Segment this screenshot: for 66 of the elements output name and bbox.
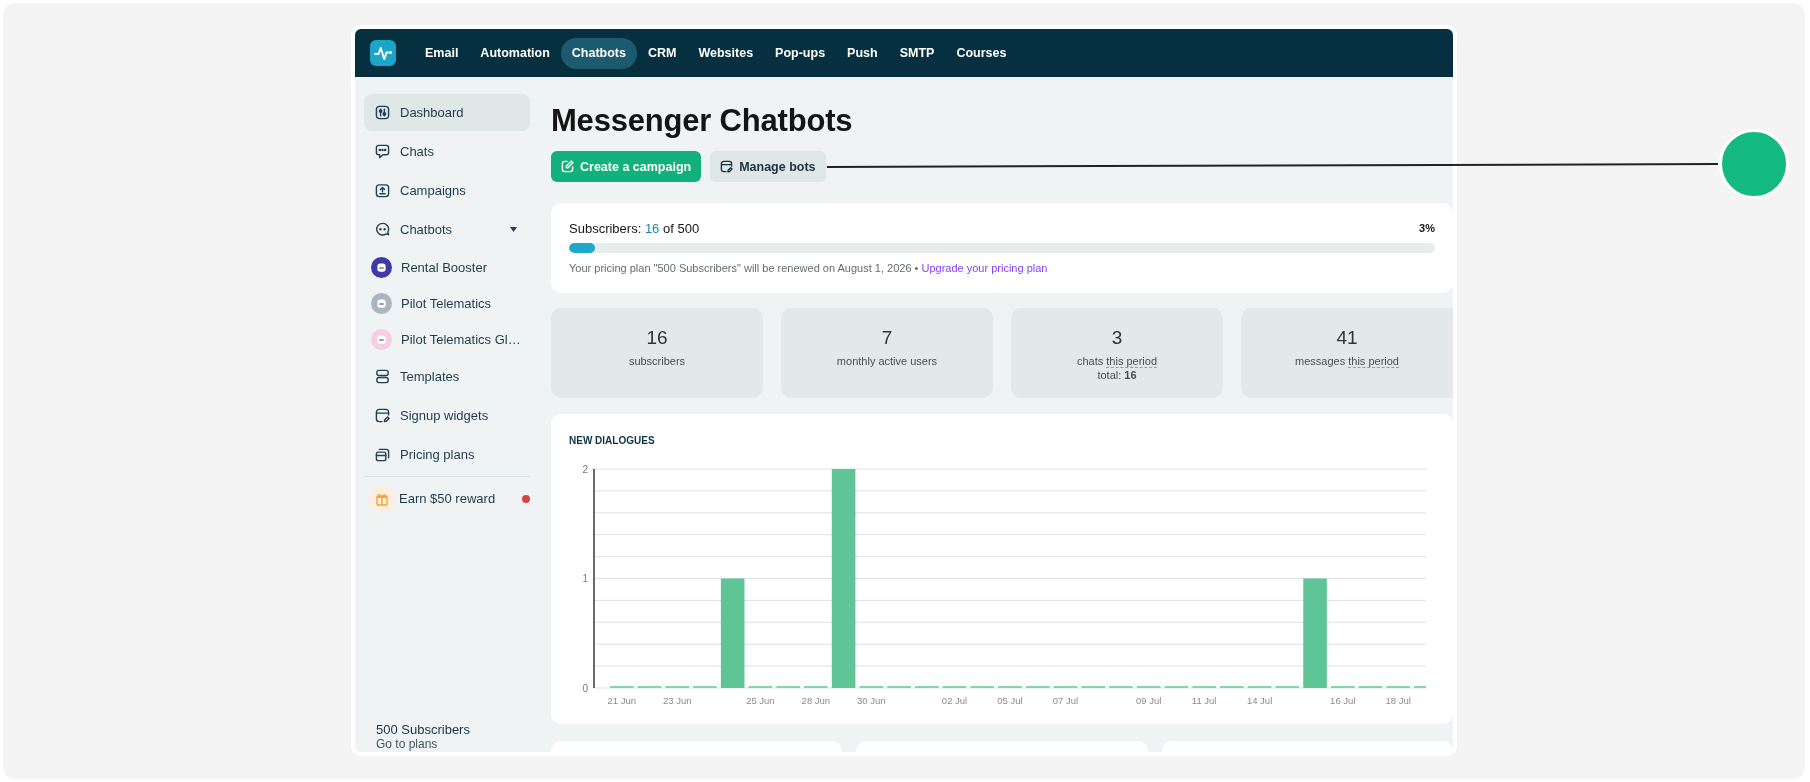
stat-value: 3 xyxy=(1111,326,1123,350)
y-tick-label: 1 xyxy=(582,573,588,584)
stat-label: monthly active users xyxy=(836,354,938,368)
plan-name: 500 Subscribers xyxy=(376,722,470,737)
upgrade-plan-link[interactable]: Upgrade your pricing plan xyxy=(921,262,1048,274)
stat-value: 16 xyxy=(646,326,668,350)
page-title: Messenger Chatbots xyxy=(551,103,854,139)
nav-tab[interactable]: Push xyxy=(836,37,889,69)
y-tick-label: 2 xyxy=(582,463,588,475)
sidebar-item[interactable]: Campaigns xyxy=(364,172,530,209)
sidebar-item[interactable]: Dashboard xyxy=(364,94,530,131)
nav-tab[interactable]: Pop-ups xyxy=(764,37,837,69)
go-to-plans-link[interactable]: Go to plans xyxy=(376,737,438,751)
chat-bubble-icon xyxy=(375,222,390,237)
x-tick-label: 05 Jul xyxy=(997,695,1023,706)
nav-tab[interactable]: Email xyxy=(414,37,470,69)
x-tick-label: 16 Jul xyxy=(1330,695,1356,706)
sidebar-item[interactable]: Chats xyxy=(364,133,530,170)
sidebar-bot-item[interactable]: Pilot Telematics xyxy=(364,286,530,320)
nav-tab[interactable]: Courses xyxy=(945,37,1018,69)
sidebar-item[interactable]: Earn $50 reward xyxy=(364,480,530,517)
sidebar-item[interactable]: Signup widgets xyxy=(364,397,530,434)
x-tick-label: 14 Jul xyxy=(1246,695,1273,706)
stat-value: 41 xyxy=(1336,326,1358,350)
callout-marker xyxy=(1719,129,1789,199)
gift-icon xyxy=(369,485,395,512)
x-tick-label: 02 Jul xyxy=(941,695,968,706)
x-tick-label: 09 Jul xyxy=(1136,695,1162,706)
usage-percent: 3% xyxy=(1419,222,1435,234)
edit-icon xyxy=(561,160,574,173)
sidebar-bot-item[interactable]: Rental Booster xyxy=(364,250,530,284)
sidebar-item[interactable]: Pricing plans xyxy=(364,436,530,473)
stat-label: subscribers xyxy=(628,354,686,368)
stat-value: 7 xyxy=(881,326,893,350)
subscriber-count: Subscribers: 16 of 500 xyxy=(569,220,700,236)
x-tick-label: 30 Jun xyxy=(857,695,886,706)
nav-tab[interactable]: SMTP xyxy=(888,37,946,69)
nav-tab[interactable]: Automation xyxy=(469,37,561,69)
window-pen-icon xyxy=(375,408,390,423)
nav-tab[interactable]: Websites xyxy=(687,37,765,69)
y-tick-label: 0 xyxy=(582,682,588,694)
cards-icon xyxy=(375,447,390,462)
nav-tab[interactable]: CRM xyxy=(636,37,688,69)
chart-title: NEW DIALOGUES xyxy=(569,434,656,448)
stacked-rows-icon xyxy=(375,369,390,384)
logo-icon[interactable] xyxy=(370,40,396,66)
sidebar-group[interactable]: Chatbots xyxy=(364,211,530,248)
manage-bots-button[interactable]: Manage bots xyxy=(710,151,826,182)
x-tick-label: 11 Jul xyxy=(1191,695,1217,706)
x-tick-label: 23 Jun xyxy=(662,695,692,706)
message-icon xyxy=(375,144,390,159)
window-pen-icon xyxy=(720,160,734,173)
stat-total: total: 16 xyxy=(1097,368,1137,382)
renewal-note: Your pricing plan "500 Subscribers" will be renewed on August 1, 2026 • Upgrade your pricing plan xyxy=(569,261,1049,276)
stat-label: chats this period xyxy=(1076,354,1158,368)
x-tick-label: 18 Jul xyxy=(1385,695,1411,706)
x-tick-label: 25 Jun xyxy=(746,695,775,706)
x-tick-label: 21 Jun xyxy=(607,695,636,706)
upload-icon xyxy=(375,183,390,198)
sidebar-item[interactable]: Templates xyxy=(364,358,530,395)
x-tick-label: 07 Jul xyxy=(1052,695,1079,706)
sidebar-bot-item[interactable]: Pilot Telematics Gl… xyxy=(364,322,530,356)
stat-label: messages this period xyxy=(1295,354,1399,368)
sliders-icon xyxy=(375,105,390,120)
x-tick-label: 28 Jun xyxy=(801,695,831,706)
nav-tab[interactable]: Chatbots xyxy=(560,37,637,69)
